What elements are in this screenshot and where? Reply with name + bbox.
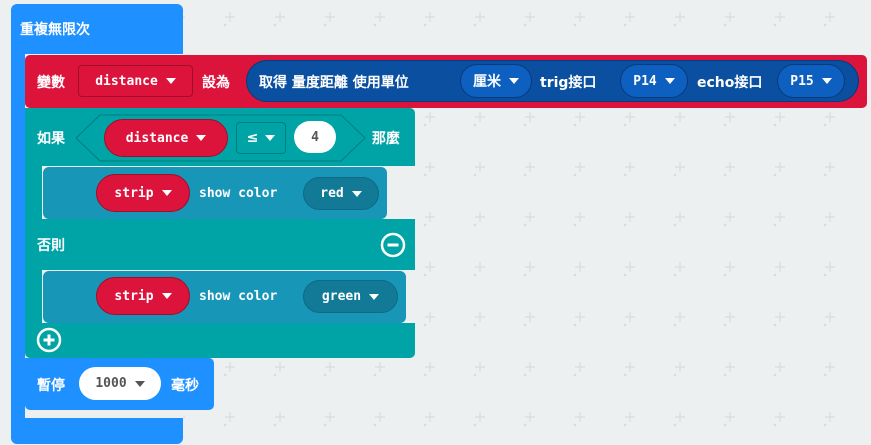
- color-dropdown-then[interactable]: red: [303, 177, 379, 210]
- color-value-then: red: [320, 186, 344, 201]
- trig-pin-dropdown[interactable]: P14: [620, 64, 688, 98]
- condition-variable-name: distance: [125, 130, 189, 146]
- trig-label: trig接口: [540, 75, 597, 91]
- chevron-down-icon: [509, 78, 519, 84]
- pause-duration-dropdown[interactable]: 1000: [79, 367, 161, 400]
- operator-dropdown[interactable]: ≤: [236, 122, 286, 154]
- show-color-label: show color: [199, 289, 278, 304]
- pause-label: 暫停: [37, 378, 65, 394]
- chevron-down-icon: [161, 293, 172, 299]
- chevron-down-icon: [821, 78, 832, 84]
- chevron-down-icon: [265, 135, 276, 141]
- strip-variable-name: strip: [114, 185, 154, 201]
- variable-name: distance: [95, 73, 158, 89]
- show-color-label: show color: [199, 186, 278, 201]
- forever-label: 重複無限次: [20, 22, 90, 38]
- trig-pin-value: P14: [633, 73, 657, 89]
- else-label: 否則: [37, 238, 65, 254]
- remove-else-icon[interactable]: [380, 232, 406, 258]
- operator-value: ≤: [246, 130, 259, 146]
- chevron-down-icon: [664, 78, 675, 84]
- chevron-down-icon: [369, 293, 380, 300]
- pause-duration-value: 1000: [95, 376, 127, 391]
- echo-label: echo接口: [697, 75, 763, 91]
- assign-label: 設為: [202, 75, 230, 91]
- unit-dropdown[interactable]: 厘米: [460, 64, 532, 98]
- strip-variable-else[interactable]: strip: [96, 277, 190, 315]
- strip-variable-name: strip: [114, 288, 154, 304]
- unit-value: 厘米: [473, 74, 501, 90]
- strip-variable-then[interactable]: strip: [96, 174, 190, 212]
- sonar-label: 取得 量度距離 使用單位: [259, 75, 409, 91]
- chevron-down-icon: [351, 190, 362, 197]
- condition-number-input[interactable]: 4: [294, 121, 336, 153]
- add-else-if-icon[interactable]: [36, 327, 62, 353]
- condition-variable[interactable]: distance: [104, 119, 228, 157]
- then-label: 那麼: [372, 131, 400, 147]
- chevron-down-icon: [165, 78, 176, 84]
- pause-unit-label: 毫秒: [171, 378, 199, 394]
- chevron-down-icon: [161, 190, 172, 196]
- chevron-down-icon: [134, 380, 145, 387]
- echo-pin-dropdown[interactable]: P15: [777, 64, 845, 98]
- color-dropdown-else[interactable]: green: [303, 280, 398, 313]
- variable-dropdown[interactable]: distance: [78, 65, 193, 97]
- condition-number-value: 4: [311, 129, 319, 145]
- echo-pin-value: P15: [790, 73, 814, 89]
- set-variable-label: 變數: [37, 75, 65, 91]
- color-value-else: green: [321, 289, 362, 304]
- if-label: 如果: [37, 131, 65, 147]
- chevron-down-icon: [196, 135, 207, 141]
